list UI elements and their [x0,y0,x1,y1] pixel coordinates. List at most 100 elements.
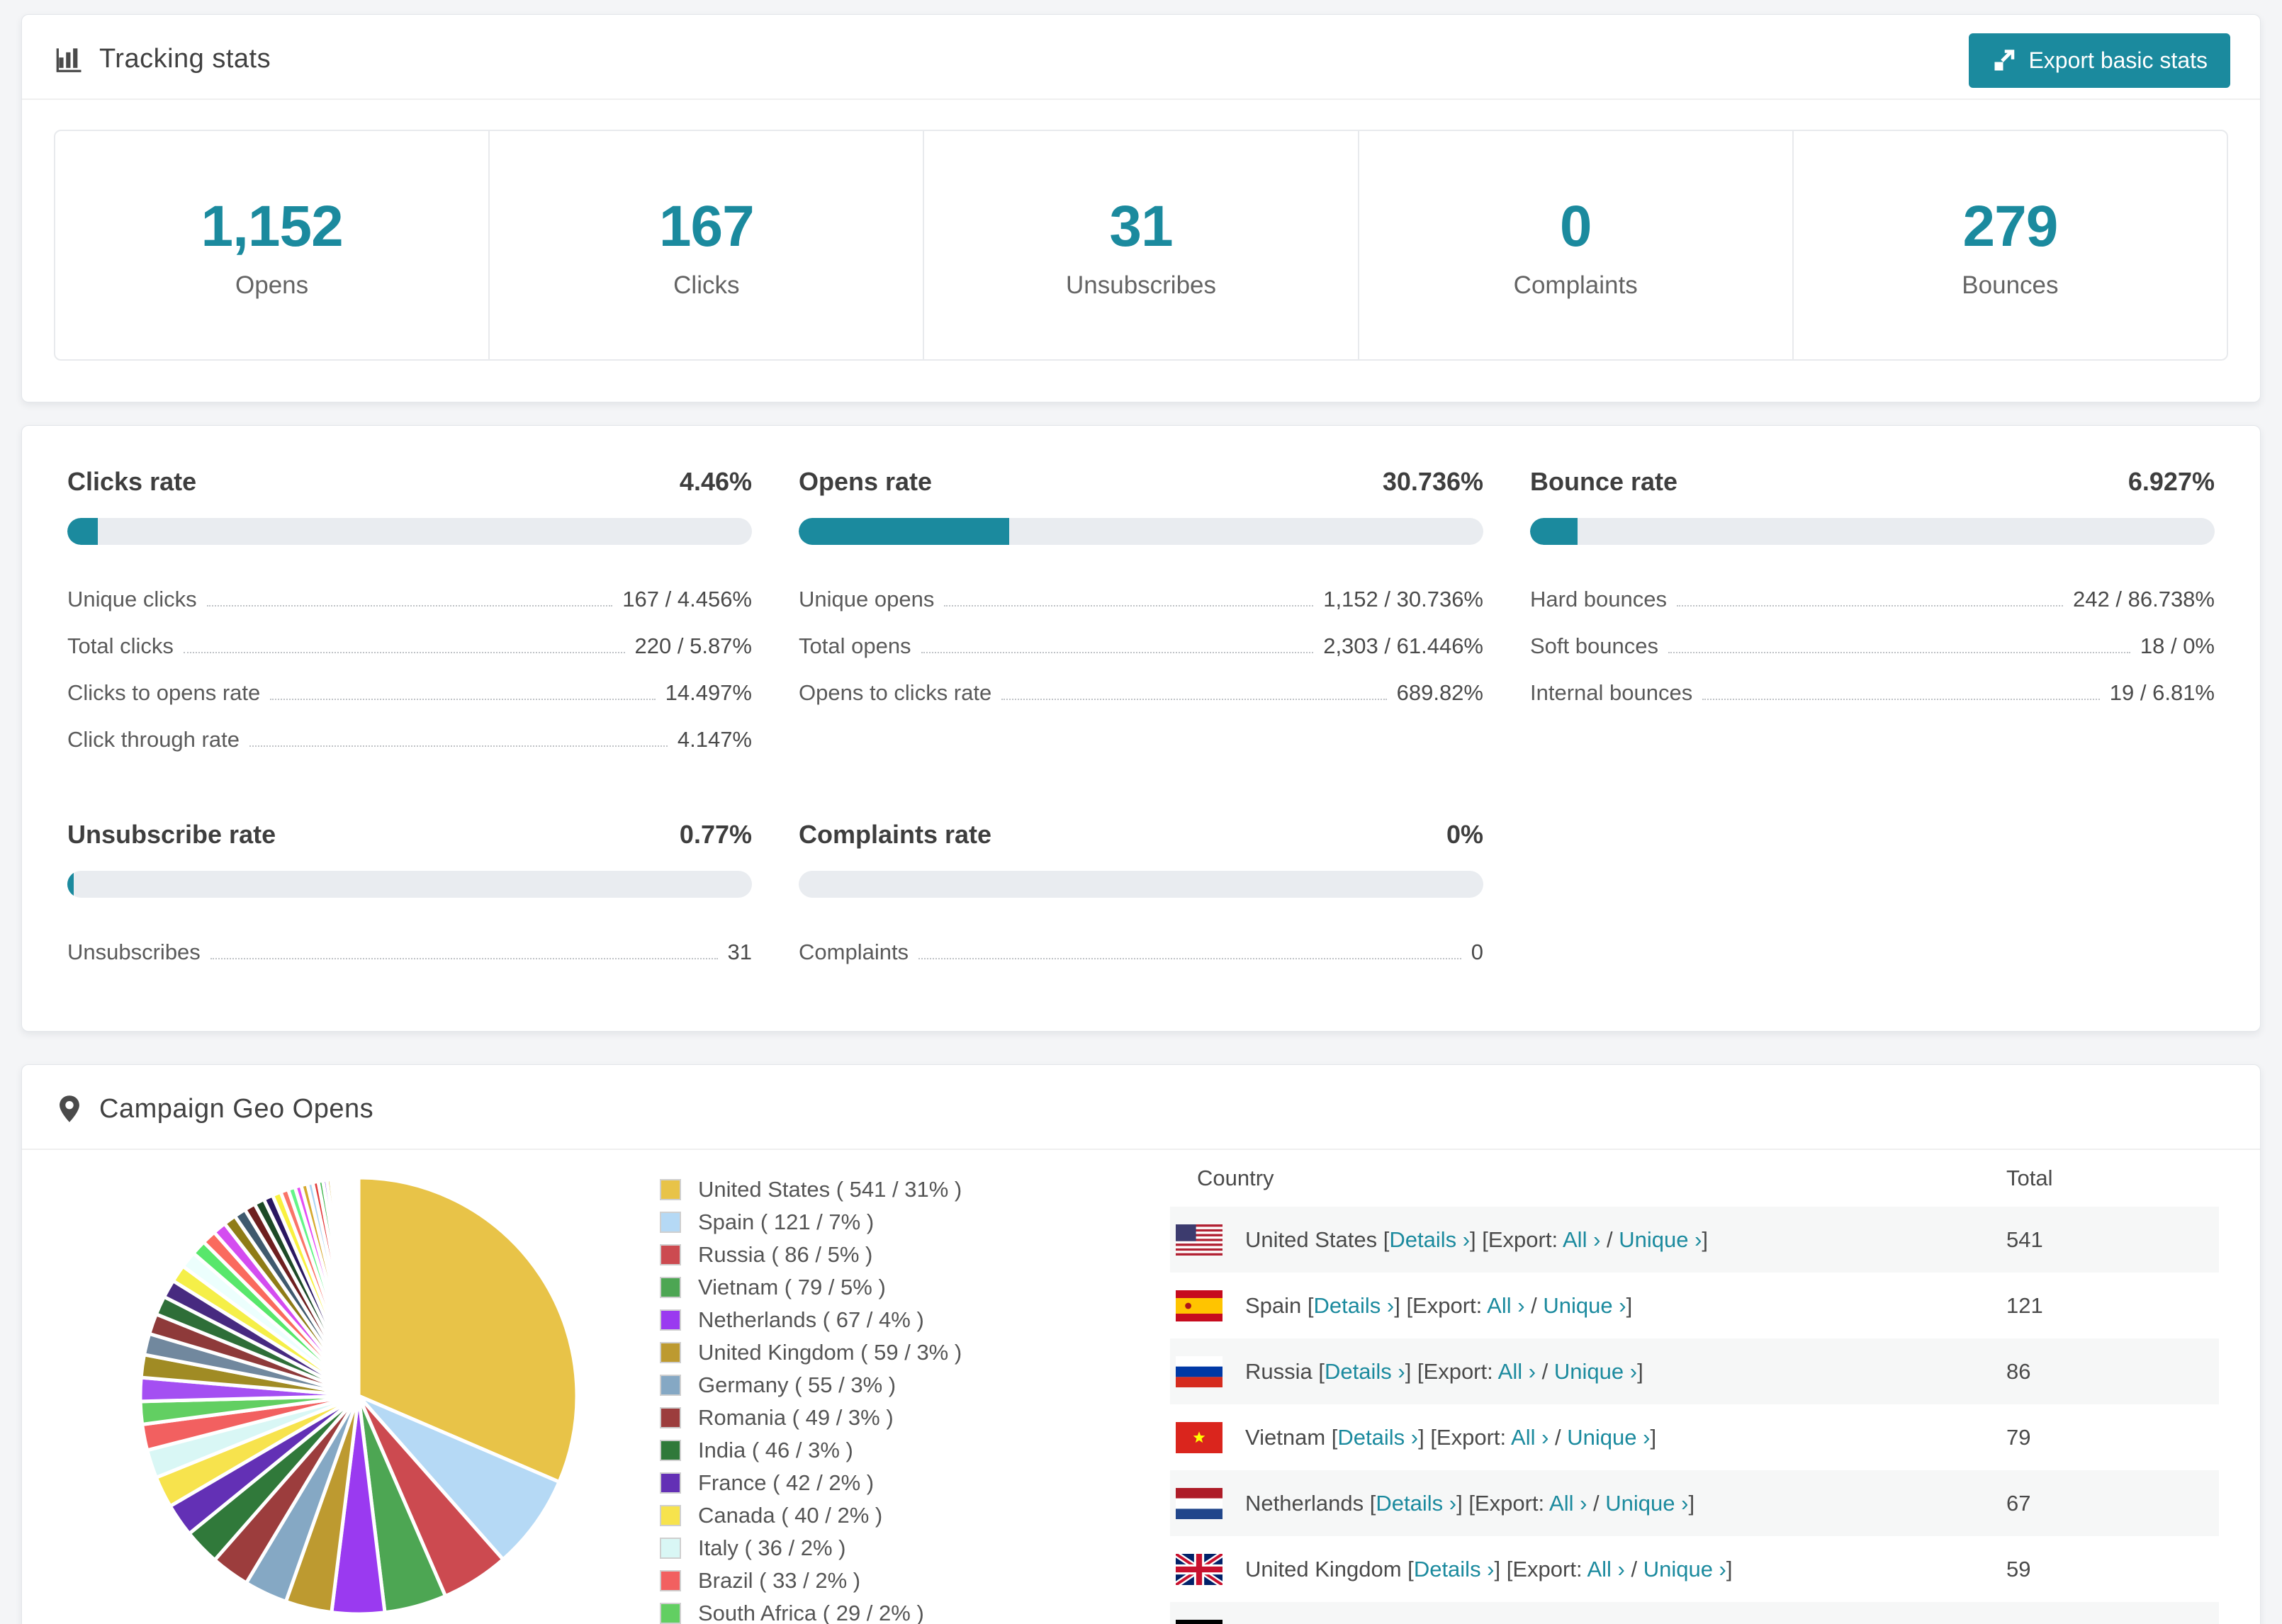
rate-row-label: Total clicks [67,633,174,658]
legend-item-france[interactable]: France ( 42 / 2% ) [660,1470,962,1496]
stat-box-clicks: 167 Clicks [488,131,923,359]
rate-row-label: Unique opens [799,587,935,611]
rate-row: Complaints 0 [799,929,1483,976]
geo-opens-header: Campaign Geo Opens [22,1065,2260,1150]
rates-card: Clicks rate 4.46% Unique clicks 167 / 4.456… [21,425,2261,1032]
legend-item-netherlands[interactable]: Netherlands ( 67 / 4% ) [660,1307,962,1333]
country-cell: United States [Details ›] [Export: All ›… [1245,1227,1709,1252]
legend-label: Spain ( 121 / 7% ) [698,1209,875,1234]
legend-swatch [660,1277,681,1298]
legend-swatch [660,1309,681,1331]
details-link[interactable]: Details › [1389,1227,1470,1252]
export-basic-stats-button[interactable]: Export basic stats [1969,33,2230,88]
page: Tracking stats Export basic stats 1,152 O… [0,0,2282,1624]
details-link[interactable]: Details › [1376,1491,1456,1516]
flag-icon-vn [1176,1421,1222,1453]
legend-swatch [660,1440,681,1461]
export-all-link[interactable]: All › [1587,1557,1624,1581]
rate-row: Soft bounces 18 / 0% [1530,623,2215,670]
export-unique-link[interactable]: Unique › [1619,1227,1702,1252]
rate-row: Internal bounces 19 / 6.81% [1530,670,2215,716]
legend-swatch [660,1212,681,1233]
rate-percent: 0.77% [679,820,752,849]
legend-item-india[interactable]: India ( 46 / 3% ) [660,1438,962,1463]
export-all-link[interactable]: All › [1511,1425,1548,1450]
table-row-russia: Russia [Details ›] [Export: All › / Uniq… [1170,1338,2219,1404]
flag-icon-es [1176,1290,1222,1321]
legend-item-romania[interactable]: Romania ( 49 / 3% ) [660,1405,962,1431]
export-button-label: Export basic stats [2028,47,2208,73]
rate-title: Complaints rate [799,820,992,849]
rate-progress-bar [1530,518,2215,545]
legend-item-germany[interactable]: Germany ( 55 / 3% ) [660,1372,962,1398]
legend-swatch [660,1603,681,1624]
export-all-link[interactable]: All › [1563,1227,1600,1252]
rate-row-label: Total opens [799,633,911,658]
legend-item-russia[interactable]: Russia ( 86 / 5% ) [660,1242,962,1268]
rate-title: Bounce rate [1530,467,1678,496]
rate-block-unsubscribe-rate: Unsubscribe rate 0.77% Unsubscribes 31 [67,820,752,976]
details-link[interactable]: Details › [1414,1557,1495,1581]
export-all-link[interactable]: All › [1549,1491,1587,1516]
tracking-stats-header: Tracking stats Export basic stats [22,15,2260,100]
rate-row: Hard bounces 242 / 86.738% [1530,576,2215,623]
legend-item-spain[interactable]: Spain ( 121 / 7% ) [660,1209,962,1235]
rate-progress-fill [1530,518,1578,545]
legend-item-south-africa[interactable]: South Africa ( 29 / 2% ) [660,1601,962,1624]
rate-row-value: 0 [1471,940,1483,964]
dotted-leader [944,605,1314,607]
rate-row-label: Unsubscribes [67,940,201,964]
legend-label: United Kingdom ( 59 / 3% ) [698,1340,962,1365]
geo-opens-pie-chart[interactable] [128,1166,589,1624]
export-unique-link[interactable]: Unique › [1567,1425,1650,1450]
legend-swatch [660,1570,681,1591]
rate-row-value: 1,152 / 30.736% [1323,587,1483,611]
legend-swatch [660,1179,681,1200]
stat-value: 167 [658,194,755,259]
rate-row-label: Internal bounces [1530,680,1693,705]
legend-swatch [660,1244,681,1265]
geo-opens-body: United States ( 541 / 31% ) Spain ( 121 /… [22,1150,2260,1624]
rate-progress-fill [799,518,1009,545]
rate-row: Total clicks 220 / 5.87% [67,623,752,670]
geo-opens-legend: United States ( 541 / 31% ) Spain ( 121 /… [660,1177,962,1624]
rate-row-value: 14.497% [665,680,752,705]
total-cell: 79 [2006,1424,2031,1450]
rate-block-bounce-rate: Bounce rate 6.927% Hard bounces 242 / 86.73… [1530,467,2215,763]
export-unique-link[interactable]: Unique › [1554,1359,1637,1384]
details-link[interactable]: Details › [1325,1359,1405,1384]
legend-item-brazil[interactable]: Brazil ( 33 / 2% ) [660,1568,962,1594]
stat-box-opens: 1,152 Opens [55,131,488,359]
legend-swatch [660,1472,681,1494]
rate-progress-bar [799,871,1483,898]
legend-item-united-kingdom[interactable]: United Kingdom ( 59 / 3% ) [660,1340,962,1365]
rate-row-value: 31 [727,940,752,964]
rate-percent: 6.927% [2128,467,2215,496]
legend-item-italy[interactable]: Italy ( 36 / 2% ) [660,1535,962,1561]
table-row-spain: Spain [Details ›] [Export: All › / Uniqu… [1170,1273,2219,1338]
legend-item-vietnam[interactable]: Vietnam ( 79 / 5% ) [660,1275,962,1300]
rate-percent: 0% [1446,820,1483,849]
stat-label: Unsubscribes [1065,271,1217,299]
export-unique-link[interactable]: Unique › [1543,1293,1626,1318]
rate-row: Total opens 2,303 / 61.446% [799,623,1483,670]
legend-item-canada[interactable]: Canada ( 40 / 2% ) [660,1503,962,1528]
export-unique-link[interactable]: Unique › [1605,1491,1688,1516]
details-link[interactable]: Details › [1337,1425,1418,1450]
flag-icon-ru [1176,1355,1222,1387]
dotted-leader [183,652,625,653]
legend-label: Brazil ( 33 / 2% ) [698,1568,861,1593]
stat-label: Bounces [1962,271,2059,299]
export-all-link[interactable]: All › [1487,1293,1524,1318]
dotted-leader [270,699,656,700]
dotted-leader [210,958,718,959]
export-unique-link[interactable]: Unique › [1643,1557,1726,1581]
details-link[interactable]: Details › [1314,1293,1395,1318]
rate-percent: 30.736% [1382,467,1483,496]
export-all-link[interactable]: All › [1498,1359,1536,1384]
rate-row-value: 4.147% [677,727,752,752]
dotted-leader [1001,699,1387,700]
stats-summary-row: 1,152 Opens 167 Clicks 31 Unsubscribes 0 Compla… [54,130,2228,361]
legend-item-united-states[interactable]: United States ( 541 / 31% ) [660,1177,962,1202]
rate-row-value: 18 / 0% [2140,633,2215,658]
